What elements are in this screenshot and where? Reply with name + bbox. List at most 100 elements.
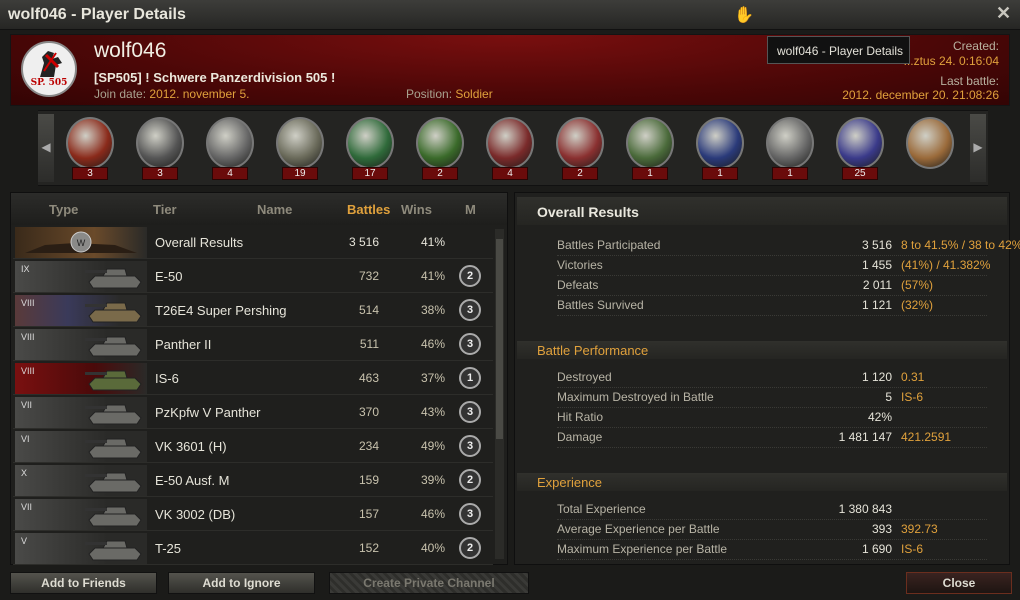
vehicle-wins: 46% [420, 507, 445, 521]
col-name[interactable]: Name [257, 202, 292, 217]
table-row[interactable]: VIII Panther II 511 46% 3 [13, 328, 493, 361]
vehicle-battles: 370 [358, 405, 379, 419]
tooltip: wolf046 - Player Details [767, 36, 910, 64]
clan-name[interactable]: [SP505] ! Schwere Panzerdivision 505 ! [94, 70, 335, 85]
col-mastery[interactable]: M [465, 202, 476, 217]
medal-icon-green-ribbon [346, 117, 394, 169]
stat-extra: (32%) [901, 298, 934, 312]
col-type[interactable]: Type [49, 202, 78, 217]
col-tier[interactable]: Tier [153, 202, 177, 217]
medal[interactable]: 25 [830, 117, 890, 183]
medal[interactable]: 1 [620, 117, 680, 183]
medal-icon-clover-tank [626, 117, 674, 169]
medal-count: 4 [492, 167, 528, 180]
vehicle-battles: 157 [358, 507, 379, 521]
mastery-badge-icon: 2 [459, 537, 481, 559]
medal-icon-green-ribbon-2 [416, 117, 464, 169]
section-title: Battle Performance [537, 343, 649, 358]
medal[interactable]: 4 [200, 117, 260, 183]
col-battles[interactable]: Battles [347, 202, 390, 217]
medal[interactable]: 2 [410, 117, 470, 183]
medal-count: 1 [772, 167, 808, 180]
mastery-badge-icon: 3 [459, 503, 481, 525]
medal[interactable]: 2 [550, 117, 610, 183]
medal[interactable]: 3 [60, 117, 120, 183]
tier-label: VIII [21, 366, 35, 376]
add-to-ignore-button[interactable]: Add to Ignore [168, 572, 315, 594]
overall-wins: 41% [420, 235, 445, 249]
table-row[interactable]: V T-25 152 40% 2 [13, 532, 493, 565]
close-icon[interactable]: ✕ [996, 3, 1011, 24]
table-row-overall[interactable]: W Overall Results 3 516 41% [13, 226, 493, 259]
nation-flag: V [15, 533, 147, 564]
medal[interactable]: 3 [130, 117, 190, 183]
stat-extra: 0.31 [901, 370, 925, 384]
table-row[interactable]: X E-50 Ausf. M 159 39% 2 [13, 464, 493, 497]
stat-label: Battles Survived [557, 298, 644, 312]
medal[interactable]: 1 [760, 117, 820, 183]
stat-label: Hit Ratio [557, 410, 604, 424]
stat-row: Maximum Experience per Battle 1 690 IS-6 [557, 540, 987, 560]
section-experience: Experience [517, 473, 1007, 491]
title-bar[interactable]: wolf046 - Player Details ✋ ✕ [0, 0, 1020, 30]
table-row[interactable]: VIII IS-6 463 37% 1 [13, 362, 493, 395]
section-overall-results: Overall Results [517, 197, 1007, 225]
join-date-value: 2012. november 5. [149, 87, 250, 101]
created-value: ...ztus 24. 0:16:04 [903, 54, 999, 68]
scrollbar[interactable] [495, 229, 504, 559]
last-battle-label: Last battle: [940, 74, 999, 88]
vehicle-name: T26E4 Super Pershing [155, 303, 287, 318]
stat-extra: 392.73 [901, 522, 938, 536]
clan-logo-text: SP. 505 [30, 78, 68, 88]
table-row[interactable]: IX E-50 732 41% 2 [13, 260, 493, 293]
vehicle-battles: 514 [358, 303, 379, 317]
medal-icon-tank-shield [276, 117, 324, 169]
medal[interactable]: 4 [480, 117, 540, 183]
vehicle-table: Type Tier Name Battles Wins M W Overall … [10, 192, 508, 565]
vehicle-name: T-25 [155, 541, 182, 556]
scrollbar-thumb[interactable] [496, 239, 503, 439]
stat-label: Damage [557, 430, 603, 444]
section-title: Overall Results [537, 204, 639, 220]
table-row[interactable]: VII PzKpfw V Panther 370 43% 3 [13, 396, 493, 429]
scroll-right-icon[interactable]: ▶ [970, 114, 986, 182]
col-wins[interactable]: Wins [401, 202, 432, 217]
medal[interactable]: 1 [690, 117, 750, 183]
stat-row: Total Experience 1 380 843 [557, 500, 987, 520]
medal-count: 17 [352, 167, 388, 180]
nation-flag: VII [15, 499, 147, 530]
stat-value: 5 [885, 390, 892, 404]
vehicle-name: IS-6 [155, 371, 179, 386]
stat-value: 42% [867, 410, 892, 424]
stat-value: 1 455 [861, 258, 892, 272]
stat-value: 1 690 [861, 542, 892, 556]
close-button[interactable]: Close [906, 572, 1012, 594]
stat-extra: (57%) [901, 278, 934, 292]
nation-flag: VII [15, 397, 147, 428]
scroll-left-icon[interactable]: ◀ [38, 114, 54, 182]
tier-label: VIII [21, 332, 35, 342]
stat-label: Defeats [557, 278, 599, 292]
medal-icon-tank-wings [206, 117, 254, 169]
last-battle-value: 2012. december 20. 21:08:26 [842, 88, 999, 102]
window-title: wolf046 - Player Details [8, 6, 186, 23]
vehicle-name: PzKpfw V Panther [155, 405, 261, 420]
create-private-channel-button[interactable]: Create Private Channel [329, 572, 529, 594]
table-row[interactable]: VIII T26E4 Super Pershing 514 38% 3 [13, 294, 493, 327]
stat-extra: (41%) / 41.382% [901, 258, 991, 272]
nation-flag: IX [15, 261, 147, 292]
medal[interactable]: 19 [270, 117, 330, 183]
medal[interactable] [900, 117, 960, 183]
table-row[interactable]: VII VK 3002 (DB) 157 46% 3 [13, 498, 493, 531]
add-to-friends-button[interactable]: Add to Friends [10, 572, 157, 594]
medal-count: 25 [842, 167, 878, 180]
stat-extra: IS-6 [901, 542, 924, 556]
nation-flag: X [15, 465, 147, 496]
stat-value: 393 [871, 522, 892, 536]
medal[interactable]: 17 [340, 117, 400, 183]
stat-label: Destroyed [557, 370, 612, 384]
clan-logo: SP. 505 [21, 41, 77, 97]
medal-strip: 3 3 4 19 17 2 4 2 1 1 1 25 [38, 110, 988, 186]
table-row[interactable]: VI VK 3601 (H) 234 49% 3 [13, 430, 493, 463]
stat-value: 1 481 147 [838, 430, 892, 444]
